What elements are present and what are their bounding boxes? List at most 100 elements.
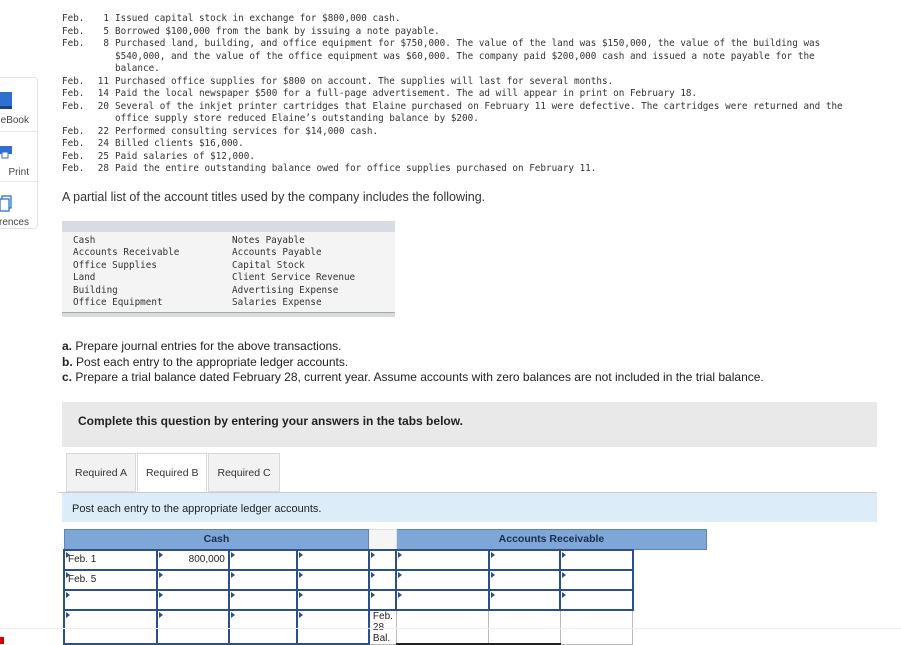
cash-ledger-cell[interactable] bbox=[296, 588, 370, 611]
ar-balance-cell[interactable] bbox=[395, 609, 490, 645]
transaction-day: 25 bbox=[97, 150, 109, 162]
account-title: Office Equipment bbox=[73, 297, 163, 309]
cash-ledger-cell[interactable] bbox=[227, 588, 299, 611]
transaction-month: Feb. bbox=[62, 88, 85, 99]
cash-ledger-cell[interactable] bbox=[156, 608, 230, 645]
transaction-item: Feb. 5 Borrowed $100,000 from the bank by … bbox=[62, 26, 852, 39]
ar-balance-cell bbox=[559, 609, 634, 645]
transaction-day: 1 bbox=[103, 13, 109, 24]
ar-balance-label: Feb. 28 Bal. bbox=[368, 609, 397, 645]
ar-ledger-cell[interactable] bbox=[367, 568, 398, 591]
sidebar-item-print[interactable]: Print bbox=[0, 134, 38, 184]
transaction-item: Feb. 24 Billed clients $16,000. bbox=[62, 138, 852, 151]
instruction-box: Complete this question by entering your … bbox=[62, 402, 877, 447]
requirement-item: c. Prepare a trial balance dated Februar… bbox=[62, 370, 764, 386]
cash-ledger-cell[interactable] bbox=[227, 608, 299, 645]
ar-ledger-cell[interactable] bbox=[395, 568, 490, 591]
transaction-month: Feb. bbox=[62, 75, 85, 87]
ledger-row: Feb. 5 bbox=[62, 568, 707, 591]
cash-ledger-cell[interactable] bbox=[296, 548, 370, 571]
transaction-day: 20 bbox=[97, 100, 109, 112]
requirements: a. Prepare journal entries for the above… bbox=[62, 339, 764, 386]
account-column-left: Cash Accounts Receivable Office Supplies La… bbox=[73, 235, 232, 309]
transaction-text: Issued capital stock in exchange for $80… bbox=[115, 13, 401, 24]
account-title: Land bbox=[73, 272, 96, 284]
account-title: Cash bbox=[73, 235, 96, 246]
cash-ledger-cell[interactable] bbox=[156, 588, 230, 611]
transaction-text: Purchased office supplies for $800 on ac… bbox=[115, 75, 614, 87]
transaction-text: Billed clients $16,000. bbox=[115, 138, 244, 149]
account-column-right: Notes Payable Accounts Payable Capital Sto… bbox=[232, 235, 391, 309]
ar-ledger-cell[interactable] bbox=[367, 588, 398, 611]
ledger-row: Feb. 28 Bal. bbox=[62, 608, 707, 645]
cash-ledger-cell[interactable]: Feb. 5 bbox=[62, 568, 159, 591]
transaction-item: Feb. 28 Paid the entire outstanding balanc… bbox=[62, 163, 852, 176]
transaction-day: 8 bbox=[103, 38, 109, 49]
sidebar: eBook Print References bbox=[0, 77, 38, 229]
tab-required-c[interactable]: Required C bbox=[208, 453, 280, 492]
transaction-item: Feb. 14 Paid the local newspaper $500 for … bbox=[62, 88, 852, 101]
sidebar-item-references[interactable]: References bbox=[0, 184, 38, 234]
transaction-item: Feb. 8 Purchased land, building, and offic… bbox=[62, 38, 852, 76]
cash-ledger-cell[interactable] bbox=[296, 568, 370, 591]
ar-ledger-cell[interactable] bbox=[395, 548, 490, 571]
transaction-text: Performed consulting services for $14,00… bbox=[115, 125, 379, 137]
transaction-month: Feb. bbox=[62, 150, 85, 162]
ar-ledger-cell[interactable] bbox=[487, 548, 562, 571]
transaction-month: Feb. bbox=[62, 125, 85, 137]
ar-ledger-cell[interactable] bbox=[559, 548, 634, 571]
transaction-day: 24 bbox=[97, 138, 109, 149]
cash-ledger-cell[interactable] bbox=[296, 608, 370, 645]
transaction-item: Feb. 25 Paid salaries of $12,000. bbox=[62, 151, 852, 164]
cash-ledger-cell[interactable]: 800,000 bbox=[156, 548, 230, 571]
transaction-text: Several of the inkjet printer cartridges… bbox=[115, 100, 843, 125]
cash-ledger-cell[interactable] bbox=[62, 608, 159, 645]
transaction-list: Feb. 1 Issued capital stock in exchange fo… bbox=[62, 13, 852, 176]
transaction-item: Feb. 11 Purchased office supplies for $800… bbox=[62, 76, 852, 89]
cash-ledger-cell[interactable] bbox=[62, 588, 159, 611]
book-icon bbox=[0, 92, 12, 109]
transaction-item: Feb. 1 Issued capital stock in exchange fo… bbox=[62, 13, 852, 26]
transaction-month: Feb. bbox=[62, 163, 85, 174]
ar-balance-cell[interactable] bbox=[488, 609, 561, 645]
intro-text: A partial list of the account titles use… bbox=[62, 190, 486, 204]
ar-ledger-cell[interactable] bbox=[395, 588, 490, 611]
transaction-item: Feb. 22 Performed consulting services for … bbox=[62, 126, 852, 139]
transaction-month: Feb. bbox=[62, 25, 85, 37]
ar-ledger-cell[interactable] bbox=[367, 548, 398, 571]
transaction-text: Paid the entire outstanding balance owed… bbox=[115, 163, 597, 174]
printer-icon bbox=[0, 146, 12, 159]
transaction-text: Paid the local newspaper $500 for a full… bbox=[115, 88, 698, 99]
account-title: Notes Payable bbox=[232, 235, 305, 246]
cash-ledger-cell[interactable] bbox=[227, 568, 299, 591]
tab-required-a[interactable]: Required A bbox=[66, 453, 136, 492]
ar-ledger-cell[interactable] bbox=[487, 568, 562, 591]
tab-required-b[interactable]: Required B bbox=[136, 453, 208, 492]
cash-ledger-cell[interactable]: Feb. 1 bbox=[62, 548, 159, 571]
sidebar-item-ebook[interactable]: eBook bbox=[0, 82, 38, 132]
ar-ledger-cell[interactable] bbox=[559, 588, 634, 611]
transaction-text: Borrowed $100,000 from the bank by issui… bbox=[115, 25, 440, 37]
ar-ledger-cell[interactable] bbox=[559, 568, 634, 591]
account-title: Office Supplies bbox=[73, 259, 157, 271]
requirement-letter: a. bbox=[62, 339, 73, 353]
account-title: Building bbox=[73, 284, 118, 296]
ar-ledger-cell[interactable] bbox=[487, 588, 562, 611]
transaction-text: Purchased land, building, and office equ… bbox=[115, 38, 821, 74]
transaction-month: Feb. bbox=[62, 100, 85, 112]
transaction-day: 11 bbox=[97, 75, 109, 87]
ledger-row: Feb. 1 800,000 bbox=[62, 548, 707, 571]
transaction-day: 14 bbox=[97, 88, 109, 99]
cash-ledger-cell[interactable] bbox=[227, 548, 299, 571]
cash-ledger-cell[interactable] bbox=[156, 568, 230, 591]
transaction-day: 5 bbox=[103, 25, 109, 37]
transaction-month: Feb. bbox=[62, 13, 85, 24]
account-titles-table: Cash Accounts Receivable Office Supplies La… bbox=[62, 221, 395, 317]
transaction-text: Paid salaries of $12,000. bbox=[115, 150, 255, 162]
account-title: Client Service Revenue bbox=[232, 272, 356, 284]
account-title: Accounts Payable bbox=[232, 247, 322, 259]
cash-ledger-title: Cash bbox=[63, 529, 370, 550]
ledger-row bbox=[62, 588, 707, 611]
transaction-day: 22 bbox=[97, 125, 109, 137]
transaction-month: Feb. bbox=[62, 38, 85, 49]
